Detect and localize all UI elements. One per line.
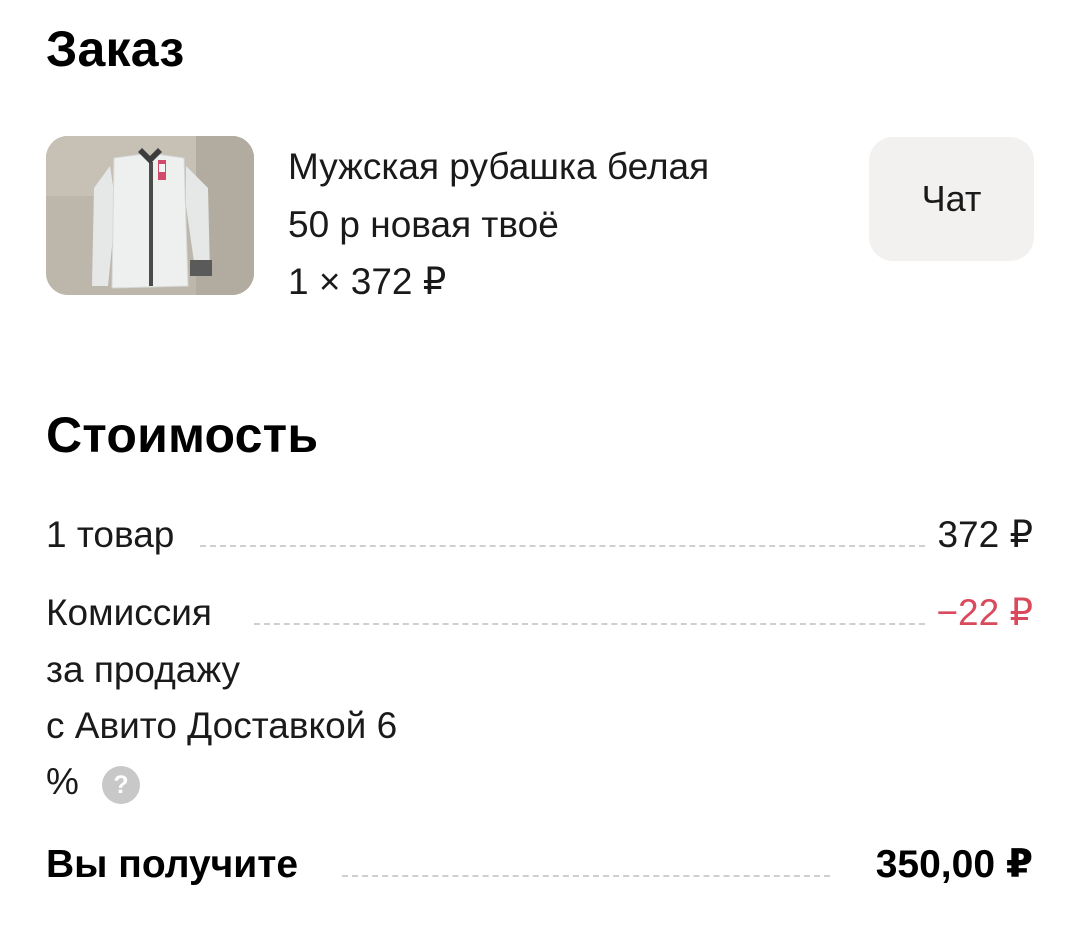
total-label: Вы получите [46,843,299,886]
commission-label: Комиссия [46,592,212,633]
items-price-value: 372 ₽ [937,514,1033,555]
leader-dots [200,545,925,547]
product-image[interactable] [46,136,254,295]
question-circle-icon[interactable]: ? [102,766,140,804]
shirt-photo-icon [46,136,254,295]
commission-label-line4: % [46,761,79,802]
leader-dots [254,623,925,625]
commission-label-line2: за продажу [46,649,241,690]
leader-dots [342,875,830,877]
product-name[interactable]: Мужская рубашка белая [288,148,709,185]
product-quantity-price: 1 × 372 ₽ [288,261,447,302]
cost-title: Стоимость [46,407,319,463]
commission-value: −22 ₽ [936,592,1033,633]
items-count-label: 1 товар [46,514,175,555]
product-name-continued[interactable]: 50 р новая твоё [288,206,559,243]
commission-label-line3: с Авито Доставкой 6 [46,705,398,746]
order-title: Заказ [46,21,185,77]
total-value: 350,00 ₽ [875,843,1033,886]
chat-button[interactable]: Чат [869,137,1034,261]
